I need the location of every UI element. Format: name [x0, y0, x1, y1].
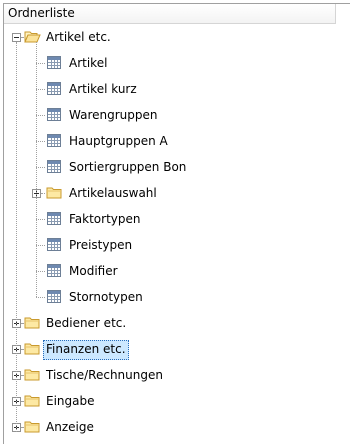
- tree-connector-line: [36, 245, 45, 246]
- tree-connector-line: [36, 167, 45, 168]
- folder-icon: [24, 419, 41, 437]
- tree-node-label: Modifier: [69, 264, 118, 278]
- tree-node-sortiergruppen-bon[interactable]: Sortiergruppen Bon: [4, 154, 344, 180]
- tree-node-artikel-etc[interactable]: Artikel etc.: [4, 24, 344, 50]
- tree-node-bediener-etc[interactable]: Bediener etc.: [4, 310, 344, 336]
- tree-connector-line: [36, 115, 45, 116]
- folder-icon: [24, 341, 41, 359]
- folder-open-icon: [24, 29, 41, 47]
- folder-list-panel: Ordnerliste Artikel etc. Artikel Artikel k…: [3, 3, 350, 444]
- tree-connector-line: [21, 323, 23, 324]
- tree-node-label: Bediener etc.: [46, 316, 127, 330]
- panel-header: Ordnerliste: [4, 4, 336, 24]
- tree-node-label: Eingabe: [46, 394, 95, 408]
- tree-node-label: Artikel etc.: [46, 30, 111, 44]
- table-icon: [46, 55, 62, 73]
- tree-node-label: Faktortypen: [69, 212, 141, 226]
- tree-node-label: Sortiergruppen Bon: [69, 160, 187, 174]
- tree-node-label: Artikel: [69, 56, 108, 70]
- tree-connector-line: [21, 427, 23, 428]
- tree-node-artikelauswahl[interactable]: Artikelauswahl: [4, 180, 344, 206]
- table-icon: [46, 159, 62, 177]
- tree-connector-line: [21, 37, 23, 38]
- tree-connector-line: [16, 42, 17, 432]
- tree-node-artikel[interactable]: Artikel: [4, 50, 344, 76]
- tree-connector-line: [36, 271, 45, 272]
- folder-icon: [24, 315, 41, 333]
- table-icon: [46, 289, 62, 307]
- tree-connector-line: [36, 63, 45, 64]
- table-icon: [46, 81, 62, 99]
- table-icon: [46, 237, 62, 255]
- table-icon: [46, 263, 62, 281]
- tree-connector-line: [36, 89, 45, 90]
- table-icon: [46, 107, 62, 125]
- tree-node-artikel-kurz[interactable]: Artikel kurz: [4, 76, 344, 102]
- tree-node-label: Preistypen: [69, 238, 133, 252]
- tree-node-label: Warengruppen: [69, 108, 158, 122]
- tree-node-stornotypen[interactable]: Stornotypen: [4, 284, 344, 310]
- tree-node-label: Finanzen etc.: [43, 340, 129, 360]
- tree-connector-line: [36, 219, 45, 220]
- tree-node-anzeige[interactable]: Anzeige: [4, 414, 344, 440]
- tree-connector-line: [36, 141, 45, 142]
- tree-connector-line: [21, 401, 23, 402]
- tree-connector-line: [21, 375, 23, 376]
- tree-node-finanzen-etc[interactable]: Finanzen etc.: [4, 336, 344, 362]
- tree-node-label: Anzeige: [46, 420, 94, 434]
- tree-node-modifier[interactable]: Modifier: [4, 258, 344, 284]
- tree-node-label: Hauptgruppen A: [69, 134, 168, 148]
- tree-node-label: Artikelauswahl: [69, 186, 157, 200]
- tree-connector-line: [36, 297, 45, 298]
- tree-node-preistypen[interactable]: Preistypen: [4, 232, 344, 258]
- tree-node-warengruppen[interactable]: Warengruppen: [4, 102, 344, 128]
- tree-connector-line: [21, 349, 23, 350]
- tree-node-label: Artikel kurz: [69, 82, 137, 96]
- tree-node-label: Tische/Rechnungen: [46, 368, 163, 382]
- tree-node-hauptgruppen-a[interactable]: Hauptgruppen A: [4, 128, 344, 154]
- folder-icon: [24, 367, 41, 385]
- table-icon: [46, 211, 62, 229]
- tree-connector-line: [41, 193, 45, 194]
- tree-node-faktortypen[interactable]: Faktortypen: [4, 206, 344, 232]
- tree-node-label: Stornotypen: [69, 290, 143, 304]
- tree-node-eingabe[interactable]: Eingabe: [4, 388, 344, 414]
- tree-node-tische-rechnungen[interactable]: Tische/Rechnungen: [4, 362, 344, 388]
- tree-connector-line: [36, 42, 37, 297]
- folder-icon: [24, 393, 41, 411]
- table-icon: [46, 133, 62, 151]
- folder-icon: [46, 185, 63, 203]
- collapse-icon[interactable]: [12, 33, 21, 42]
